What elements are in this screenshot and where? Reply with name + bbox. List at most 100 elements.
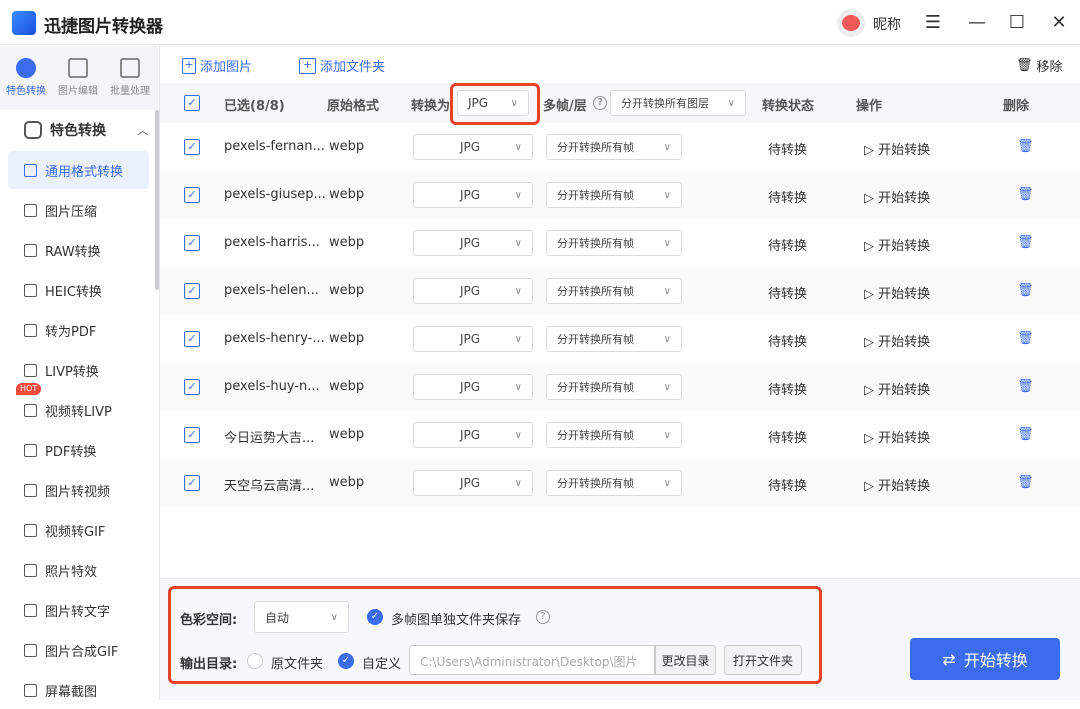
- play-icon: ▷: [864, 383, 879, 398]
- delete-row-icon[interactable]: 🗑: [1017, 427, 1034, 442]
- start-row-button[interactable]: ▷ 开始转换: [864, 139, 930, 158]
- start-row-button[interactable]: ▷ 开始转换: [864, 475, 930, 494]
- maximize-icon[interactable]: ☐: [1006, 12, 1028, 34]
- nickname[interactable]: 昵称: [873, 14, 901, 34]
- target-format-select[interactable]: JPG ∨: [413, 470, 533, 496]
- frames-select[interactable]: 分开转换所有帧 ∨: [546, 422, 682, 448]
- minimize-icon[interactable]: —: [966, 12, 988, 34]
- start-row-label: 开始转换: [878, 287, 931, 302]
- sidebar-item[interactable]: 图片转文字: [8, 591, 149, 629]
- delete-row-icon[interactable]: 🗑: [1017, 139, 1034, 154]
- frames-select[interactable]: 分开转换所有帧 ∨: [546, 278, 682, 304]
- sidebar-item[interactable]: HOT 视频转LIVP: [8, 383, 149, 429]
- start-row-button[interactable]: ▷ 开始转换: [864, 331, 930, 350]
- nav-item-icon: [24, 163, 37, 177]
- sidebar-item[interactable]: 照片特效: [8, 551, 149, 589]
- open-folder-button[interactable]: 打开文件夹: [724, 645, 802, 675]
- orig-folder-radio[interactable]: [247, 653, 263, 669]
- row-checkbox[interactable]: ✓: [184, 427, 200, 443]
- start-row-button[interactable]: ▷ 开始转换: [864, 283, 930, 302]
- tab-image-edit[interactable]: 图片编辑: [52, 46, 104, 110]
- tab-batch[interactable]: 批量处理: [104, 46, 156, 110]
- sidebar-item[interactable]: 屏幕截图: [8, 671, 149, 709]
- row-checkbox[interactable]: ✓: [184, 187, 200, 203]
- start-row-button[interactable]: ▷ 开始转换: [864, 235, 930, 254]
- collapse-caret-icon[interactable]: ︿: [137, 122, 148, 138]
- avatar[interactable]: [837, 9, 865, 37]
- multiframe-folder-checkbox[interactable]: ✓: [367, 609, 383, 625]
- frames-select[interactable]: 分开转换所有帧 ∨: [546, 134, 682, 160]
- target-format-select[interactable]: JPG ∨: [413, 134, 533, 160]
- section-header[interactable]: 特色转换: [24, 120, 106, 140]
- target-format-select[interactable]: JPG ∨: [413, 278, 533, 304]
- menu-icon[interactable]: ☰: [922, 12, 944, 34]
- tab-feature-convert[interactable]: 特色转换: [0, 46, 52, 110]
- file-format: webp: [329, 283, 365, 298]
- row-checkbox[interactable]: ✓: [184, 331, 200, 347]
- frames-select[interactable]: 分开转换所有帧 ∨: [546, 326, 682, 352]
- color-space-select[interactable]: 自动 ∨: [254, 601, 349, 633]
- start-row-label: 开始转换: [878, 191, 931, 206]
- help-icon[interactable]: ?: [593, 96, 607, 110]
- change-dir-button[interactable]: 更改目录: [655, 645, 716, 675]
- frames-select[interactable]: 分开转换所有帧 ∨: [546, 470, 682, 496]
- header-action: 操作: [856, 99, 883, 114]
- target-format-select[interactable]: JPG ∨: [413, 326, 533, 352]
- convert-all-select[interactable]: JPG ∨: [457, 90, 529, 116]
- frames-select[interactable]: 分开转换所有帧 ∨: [546, 374, 682, 400]
- frames-select[interactable]: 分开转换所有帧 ∨: [546, 230, 682, 256]
- select-value: 分开转换所有帧: [557, 381, 634, 394]
- sidebar-item[interactable]: 图片转视频: [8, 471, 149, 509]
- remove-button[interactable]: 🗑 移除: [1016, 56, 1063, 75]
- start-row-button[interactable]: ▷ 开始转换: [864, 427, 930, 446]
- section-icon: [24, 121, 42, 139]
- chevron-down-icon: ∨: [514, 237, 522, 249]
- file-name: pexels-henry-...: [224, 331, 325, 346]
- delete-row-icon[interactable]: 🗑: [1017, 283, 1034, 298]
- nav-item-label: 照片特效: [45, 564, 98, 580]
- output-dir-label: 输出目录:: [180, 657, 238, 672]
- sidebar-item[interactable]: 图片压缩: [8, 191, 149, 229]
- target-format-select[interactable]: JPG ∨: [413, 182, 533, 208]
- sidebar-item[interactable]: 转为PDF: [8, 311, 149, 349]
- chevron-down-icon: ∨: [514, 477, 522, 489]
- nav-item-icon: [24, 483, 37, 497]
- add-folder-button[interactable]: + 添加文件夹: [299, 56, 385, 75]
- file-name: pexels-giusep...: [224, 187, 326, 202]
- sidebar-item[interactable]: 视频转GIF: [8, 511, 149, 549]
- help-icon[interactable]: ?: [536, 610, 550, 624]
- delete-row-icon[interactable]: 🗑: [1017, 235, 1034, 250]
- add-image-button[interactable]: + 添加图片: [182, 56, 252, 75]
- start-convert-button[interactable]: ⇄ 开始转换: [910, 638, 1060, 680]
- chevron-down-icon: ∨: [514, 333, 522, 345]
- delete-row-icon[interactable]: 🗑: [1017, 331, 1034, 346]
- target-format-select[interactable]: JPG ∨: [413, 230, 533, 256]
- row-checkbox[interactable]: ✓: [184, 379, 200, 395]
- custom-folder-radio[interactable]: ✓: [338, 653, 354, 669]
- status-text: 待转换: [768, 191, 808, 206]
- row-checkbox[interactable]: ✓: [184, 475, 200, 491]
- sidebar-item[interactable]: RAW转换: [8, 231, 149, 269]
- sidebar-item[interactable]: HEIC转换: [8, 271, 149, 309]
- sidebar-item[interactable]: PDF转换: [8, 431, 149, 469]
- row-checkbox[interactable]: ✓: [184, 235, 200, 251]
- sidebar-scrollbar[interactable]: [155, 110, 159, 290]
- row-checkbox[interactable]: ✓: [184, 139, 200, 155]
- multiframe-folder-label: 多帧图单独文件夹保存: [391, 613, 522, 628]
- play-icon: ▷: [864, 239, 879, 254]
- delete-row-icon[interactable]: 🗑: [1017, 475, 1034, 490]
- select-all-checkbox[interactable]: ✓: [184, 95, 200, 111]
- target-format-select[interactable]: JPG ∨: [413, 422, 533, 448]
- output-path-input[interactable]: C:\Users\Administrator\Desktop\图片: [409, 645, 655, 675]
- sidebar-item[interactable]: 图片合成GIF: [8, 631, 149, 669]
- start-row-button[interactable]: ▷ 开始转换: [864, 379, 930, 398]
- target-format-select[interactable]: JPG ∨: [413, 374, 533, 400]
- frames-select[interactable]: 分开转换所有帧 ∨: [546, 182, 682, 208]
- row-checkbox[interactable]: ✓: [184, 283, 200, 299]
- multiframe-all-select[interactable]: 分开转换所有图层 ∨: [610, 90, 746, 116]
- delete-row-icon[interactable]: 🗑: [1017, 187, 1034, 202]
- sidebar-item[interactable]: 通用格式转换: [8, 151, 149, 189]
- start-row-button[interactable]: ▷ 开始转换: [864, 187, 930, 206]
- close-icon[interactable]: ✕: [1048, 12, 1070, 34]
- delete-row-icon[interactable]: 🗑: [1017, 379, 1034, 394]
